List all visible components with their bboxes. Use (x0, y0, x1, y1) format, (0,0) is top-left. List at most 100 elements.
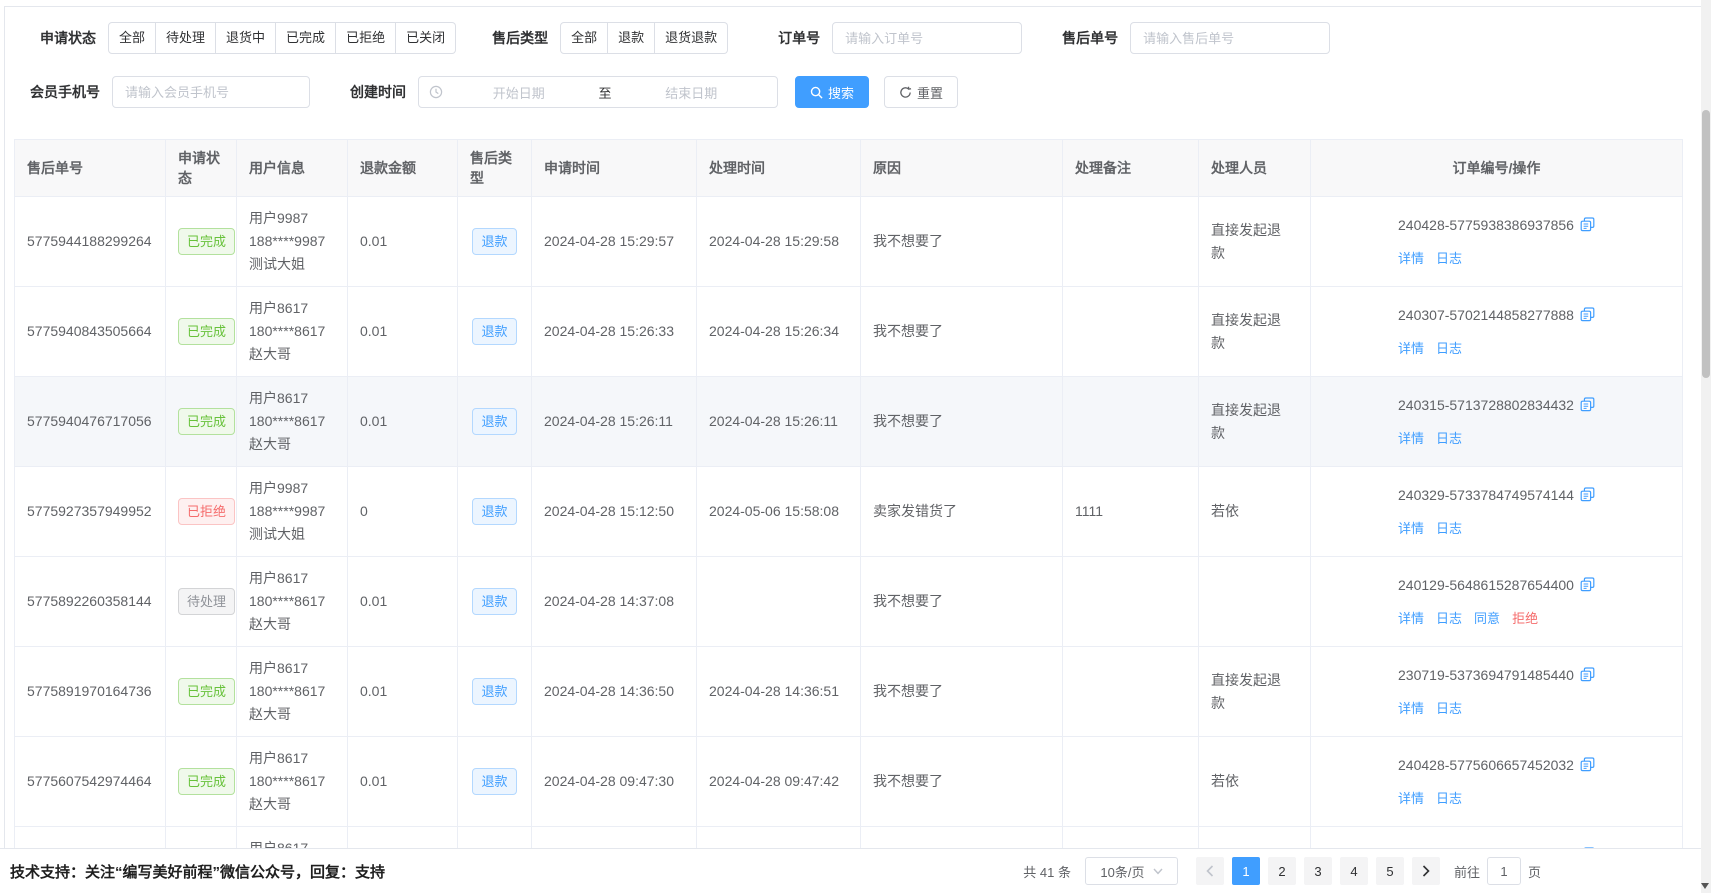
apply-time-cell: 2024-04-28 09:47:30 (532, 737, 697, 827)
prev-page-button[interactable] (1196, 857, 1224, 885)
op-详情-link[interactable]: 详情 (1398, 431, 1424, 446)
type-badge: 退款 (472, 228, 516, 255)
end-date-placeholder[interactable]: 结束日期 (616, 83, 768, 102)
user-info-line: 用户8617 (249, 657, 335, 680)
user-info-line: 用户9987 (249, 477, 335, 500)
scrollbar-thumb[interactable] (1702, 110, 1710, 378)
status-badge: 待处理 (178, 588, 235, 615)
status-filter-option-1[interactable]: 待处理 (156, 22, 216, 54)
remark-cell: 1111 (1063, 467, 1199, 557)
order-ops-cell: 240129-5648615287654400详情日志同意拒绝 (1311, 557, 1683, 647)
order-no: 240428-5775938386937856 (1398, 214, 1595, 239)
row-operations: 详情日志 (1398, 337, 1595, 360)
status-cell: 已完成 (166, 647, 237, 737)
op-日志-link[interactable]: 日志 (1436, 251, 1462, 266)
status-badge: 已完成 (178, 408, 235, 435)
row-operations: 详情日志 (1398, 247, 1595, 270)
op-同意-link[interactable]: 同意 (1474, 611, 1500, 626)
user-info-line: 用户8617 (249, 747, 335, 770)
table-row: 5775891970164736已完成用户8617180****8617赵大哥0… (15, 647, 1683, 737)
service-no-input[interactable] (1130, 22, 1330, 54)
type-filter-option-1[interactable]: 退款 (608, 22, 655, 54)
column-header: 用户信息 (237, 140, 348, 197)
op-日志-link[interactable]: 日志 (1436, 521, 1462, 536)
table-row: 5775927357949952已拒绝用户9987188****9987测试大姐… (15, 467, 1683, 557)
copy-icon[interactable] (1580, 669, 1595, 685)
phone-input[interactable] (112, 76, 310, 108)
status-filter-option-3[interactable]: 已完成 (276, 22, 336, 54)
handle-time-cell: 2024-05-06 15:58:08 (697, 467, 861, 557)
page-button-3[interactable]: 3 (1304, 857, 1332, 885)
table-row: 5775940476717056已完成用户8617180****8617赵大哥0… (15, 377, 1683, 467)
remark-cell (1063, 647, 1199, 737)
op-详情-link[interactable]: 详情 (1398, 341, 1424, 356)
copy-icon[interactable] (1580, 399, 1595, 415)
op-详情-link[interactable]: 详情 (1398, 251, 1424, 266)
row-operations: 详情日志 (1398, 517, 1595, 540)
start-date-placeholder[interactable]: 开始日期 (443, 83, 595, 102)
status-filter-option-4[interactable]: 已拒绝 (336, 22, 396, 54)
reason-cell: 我不想要了 (861, 737, 1063, 827)
op-详情-link[interactable]: 详情 (1398, 611, 1424, 626)
copy-icon[interactable] (1580, 489, 1595, 505)
op-详情-link[interactable]: 详情 (1398, 521, 1424, 536)
created-time-label: 创建时间 (350, 82, 406, 102)
user-info-line: 赵大哥 (249, 613, 335, 636)
column-header: 申请时间 (532, 140, 697, 197)
user-info-line: 180****8617 (249, 320, 335, 343)
date-separator: 至 (595, 83, 616, 102)
handle-time-cell: 2024-04-28 14:36:51 (697, 647, 861, 737)
type-cell: 退款 (458, 827, 532, 849)
user-info-line: 赵大哥 (249, 793, 335, 816)
copy-icon[interactable] (1580, 219, 1595, 235)
handler-cell: 直接发起退款 (1199, 827, 1311, 849)
page-number-list: 12345 (1228, 857, 1408, 885)
copy-icon[interactable] (1580, 309, 1595, 325)
page-button-1[interactable]: 1 (1232, 857, 1260, 885)
user-info-line: 用户8617 (249, 837, 335, 848)
status-filter-option-2[interactable]: 退货中 (216, 22, 276, 54)
page-button-4[interactable]: 4 (1340, 857, 1368, 885)
refund-amount-cell: 0.01 (348, 197, 458, 287)
search-button[interactable]: 搜索 (795, 76, 869, 108)
chevron-right-icon (1422, 865, 1430, 877)
op-日志-link[interactable]: 日志 (1436, 431, 1462, 446)
type-cell: 退款 (458, 197, 532, 287)
type-badge: 退款 (472, 498, 516, 525)
vertical-scrollbar[interactable] (1701, 0, 1711, 893)
date-range-picker[interactable]: 开始日期 至 结束日期 (418, 76, 778, 108)
status-filter-option-0[interactable]: 全部 (108, 22, 156, 54)
apply-time-cell: 2024-04-28 14:36:50 (532, 647, 697, 737)
reason-cell: 我不想要了 (861, 377, 1063, 467)
op-日志-link[interactable]: 日志 (1436, 701, 1462, 716)
op-拒绝-link[interactable]: 拒绝 (1512, 611, 1538, 626)
type-filter-option-0[interactable]: 全部 (560, 22, 608, 54)
page-size-select[interactable]: 10条/页 (1085, 857, 1178, 885)
goto-page-input[interactable] (1487, 857, 1521, 885)
op-日志-link[interactable]: 日志 (1436, 611, 1462, 626)
status-badge: 已拒绝 (178, 498, 235, 525)
user-info-line: 188****9987 (249, 500, 335, 523)
apply-time-cell: 2024-04-28 15:29:57 (532, 197, 697, 287)
order-no-input[interactable] (832, 22, 1022, 54)
copy-icon[interactable] (1580, 759, 1595, 775)
status-filter-option-5[interactable]: 已关闭 (396, 22, 456, 54)
reset-button[interactable]: 重置 (884, 76, 958, 108)
handle-time-cell: 2024-04-28 15:26:11 (697, 377, 861, 467)
order-no: 240315-5713728802834432 (1398, 394, 1595, 419)
op-详情-link[interactable]: 详情 (1398, 791, 1424, 806)
op-日志-link[interactable]: 日志 (1436, 341, 1462, 356)
next-page-button[interactable] (1412, 857, 1440, 885)
order-ops-cell: 240428-5775606657452032详情日志 (1311, 737, 1683, 827)
copy-icon[interactable] (1580, 579, 1595, 595)
status-badge: 已完成 (178, 318, 235, 345)
type-cell: 退款 (458, 377, 532, 467)
page-button-2[interactable]: 2 (1268, 857, 1296, 885)
order-ops-cell: 230719-5373694791485440详情日志 (1311, 647, 1683, 737)
pagination: 共 41 条 10条/页 12345 (1023, 857, 1541, 885)
remark-cell (1063, 377, 1199, 467)
op-详情-link[interactable]: 详情 (1398, 701, 1424, 716)
page-button-5[interactable]: 5 (1376, 857, 1404, 885)
op-日志-link[interactable]: 日志 (1436, 791, 1462, 806)
type-filter-option-2[interactable]: 退货退款 (655, 22, 728, 54)
